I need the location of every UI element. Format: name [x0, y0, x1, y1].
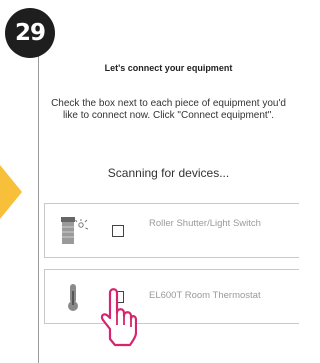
step-number: 29	[14, 20, 46, 46]
panel-title: Let's connect your equipment	[104, 63, 233, 73]
device-row-roller-shutter[interactable]: Roller Shutter/Light Switch	[44, 203, 299, 258]
thermometer-icon	[68, 284, 78, 311]
device-label: Roller Shutter/Light Switch	[149, 218, 261, 229]
panel-instructions: Check the box next to each piece of equi…	[51, 98, 286, 121]
step-number-badge: 29	[5, 8, 55, 58]
pointer-arrow	[0, 165, 22, 219]
scanning-status: Scanning for devices...	[107, 166, 230, 180]
device-row-thermostat[interactable]: EL600T Room Thermostat	[44, 269, 299, 324]
roller-shutter-light-switch-icon	[61, 217, 89, 244]
connect-equipment-panel: Let's connect your equipment Check the b…	[38, 33, 299, 363]
device-label: EL600T Room Thermostat	[149, 290, 261, 301]
device-checkbox[interactable]	[112, 225, 124, 237]
hand-cursor-icon	[100, 288, 137, 347]
